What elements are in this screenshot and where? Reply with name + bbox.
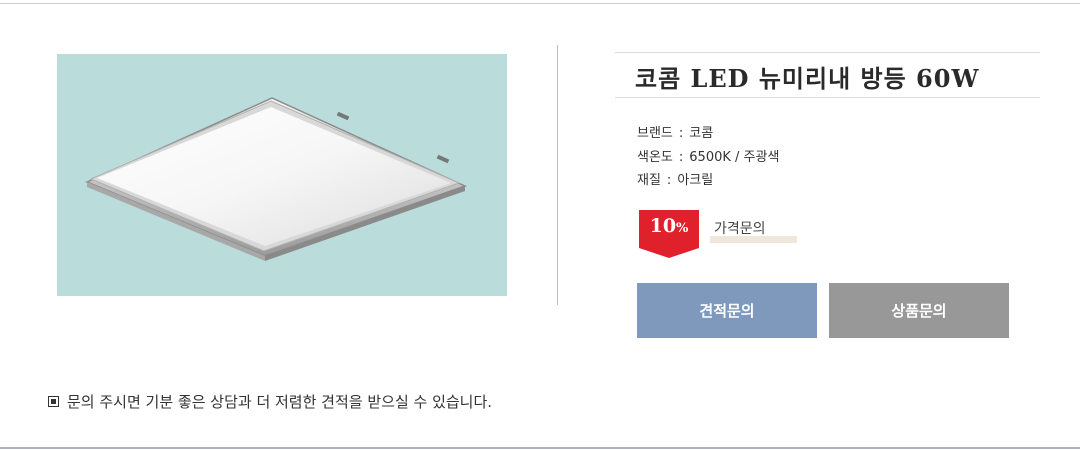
discount-unit: % [676, 221, 689, 236]
spec-row-material: 재질: 아크릴 [637, 169, 779, 193]
bottom-divider [0, 447, 1080, 449]
square-bullet-icon [48, 396, 59, 407]
vertical-divider [557, 45, 558, 305]
price-label: 가격문의 [714, 221, 766, 237]
spec-separator: : [678, 126, 684, 141]
discount-label: 10% [639, 215, 699, 237]
ceiling-light-illustration [85, 97, 468, 261]
spec-label: 브랜드 [637, 126, 673, 141]
spec-separator: : [666, 173, 672, 188]
product-inquiry-button[interactable]: 상품문의 [829, 283, 1009, 338]
spec-row-brand: 브랜드: 코콤 [637, 122, 779, 146]
spec-row-color-temperature: 색온도:6500K / 주광색 [637, 146, 779, 170]
product-image[interactable] [57, 54, 507, 296]
spec-list: 브랜드: 코콤 색온도:6500K / 주광색 재질: 아크릴 [637, 122, 779, 193]
spec-value: 코콤 [689, 126, 714, 141]
title-bar: 코콤 LED 뉴미리내 방등 60W [615, 52, 1040, 98]
spec-separator: : [678, 149, 684, 165]
spec-value: 아크릴 [677, 173, 714, 188]
top-divider [0, 3, 1080, 4]
price-inquiry: 가격문의 [710, 218, 797, 244]
quote-inquiry-button[interactable]: 견적문의 [637, 283, 817, 338]
spec-label: 재질 [637, 173, 661, 188]
discount-value: 10 [649, 215, 677, 237]
notice-text: 문의 주시면 기분 좋은 상담과 더 저렴한 견적을 받으실 수 있습니다. [67, 393, 493, 411]
spec-label: 색온도 [637, 149, 673, 165]
notice-line: 문의 주시면 기분 좋은 상담과 더 저렴한 견적을 받으실 수 있습니다. [48, 391, 492, 412]
spec-value: 6500K / 주광색 [689, 149, 780, 165]
discount-badge: 10% [639, 210, 699, 258]
product-title: 코콤 LED 뉴미리내 방등 60W [635, 64, 980, 93]
